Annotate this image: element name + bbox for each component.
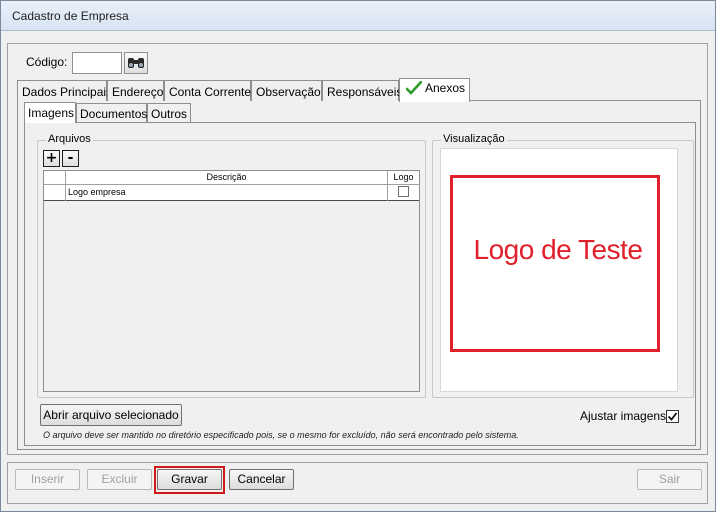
binoculars-icon — [128, 58, 144, 68]
tab-dados-principais[interactable]: Dados Principais — [17, 80, 112, 101]
excluir-button[interactable]: Excluir — [87, 469, 152, 490]
grid-header: Descrição Logo — [44, 171, 419, 185]
open-file-button[interactable]: Abrir arquivo selecionado — [40, 404, 182, 426]
row-logo-cell — [388, 185, 419, 201]
arquivos-grid: Descrição Logo Logo empresa — [43, 170, 420, 392]
gravar-button[interactable]: Gravar — [157, 469, 222, 490]
ajustar-imagens-checkbox[interactable] — [666, 410, 679, 423]
sair-button[interactable]: Sair — [637, 469, 702, 490]
column-header-logo[interactable]: Logo — [388, 171, 419, 185]
window-title: Cadastro de Empresa — [12, 9, 129, 23]
subtab-imagens[interactable]: Imagens — [24, 102, 76, 123]
logo-preview-text: Logo de Teste — [473, 234, 643, 265]
add-file-button[interactable]: + — [43, 150, 60, 167]
remove-file-button[interactable]: - — [62, 150, 79, 167]
checkmark-icon — [405, 80, 423, 95]
search-button[interactable] — [124, 52, 148, 74]
codigo-input[interactable] — [72, 52, 122, 74]
tab-conta-corrente[interactable]: Conta Corrente — [164, 80, 251, 101]
table-row[interactable]: Logo empresa — [44, 185, 419, 201]
tab-observacao[interactable]: Observação — [251, 80, 322, 101]
image-preview: Logo de Teste — [440, 148, 678, 392]
tab-anexos[interactable]: Anexos — [399, 78, 470, 102]
ajustar-imagens-label: Ajustar imagens — [580, 409, 667, 423]
logo-checkbox[interactable] — [398, 186, 409, 197]
row-descricao[interactable]: Logo empresa — [66, 185, 388, 201]
cancelar-button[interactable]: Cancelar — [229, 469, 294, 490]
column-header-descricao[interactable]: Descrição — [66, 171, 388, 185]
inserir-button[interactable]: Inserir — [15, 469, 80, 490]
codigo-label: Código: — [26, 55, 68, 69]
arquivos-group-label: Arquivos — [46, 133, 93, 145]
subtab-outros[interactable]: Outros — [147, 103, 191, 122]
check-icon — [667, 412, 678, 421]
visualizacao-group-label: Visualização — [441, 133, 507, 145]
row-indicator — [44, 185, 66, 201]
tab-responsaveis[interactable]: Responsáveis — [322, 80, 402, 101]
file-warning-note: O arquivo deve ser mantido no diretório … — [43, 430, 519, 440]
subtab-documentos[interactable]: Documentos — [76, 103, 147, 122]
grid-indicator-header — [44, 171, 66, 185]
title-bar: Cadastro de Empresa — [1, 1, 715, 31]
logo-preview-image: Logo de Teste — [450, 175, 660, 352]
tab-endereco[interactable]: Endereço — [107, 80, 164, 101]
